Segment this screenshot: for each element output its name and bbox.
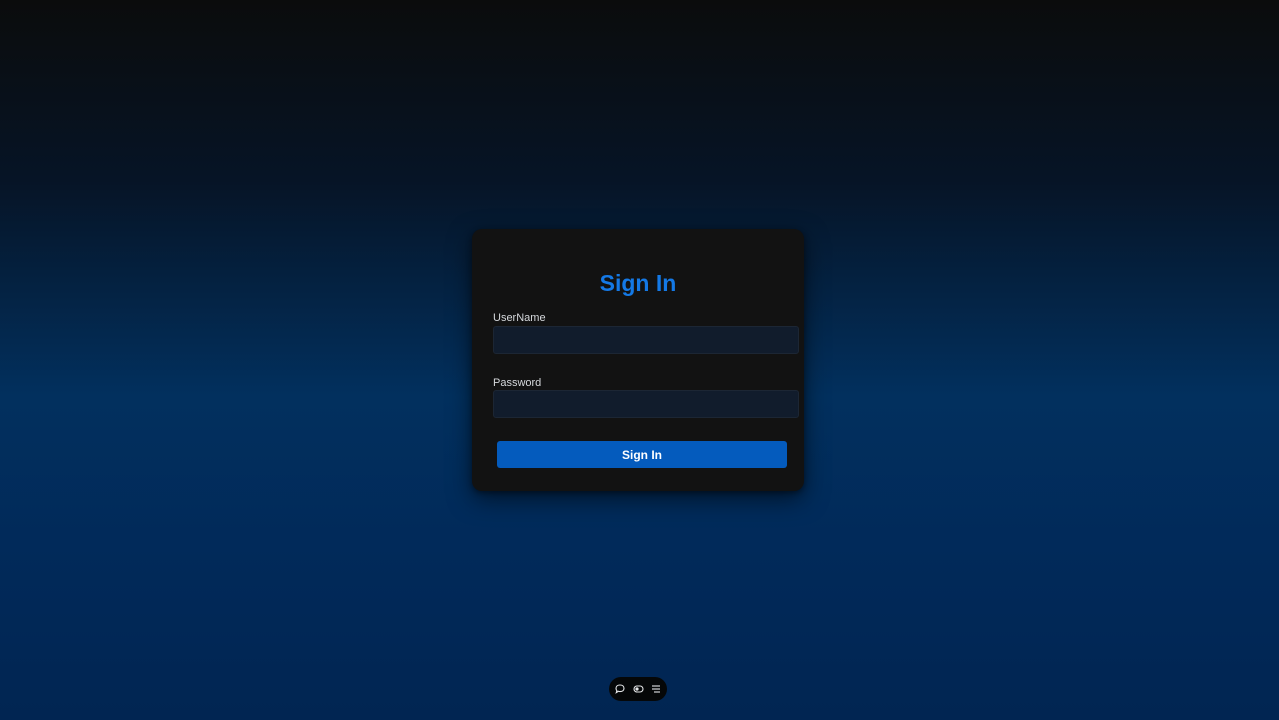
floating-toolbar (609, 677, 667, 701)
password-input[interactable] (493, 390, 799, 418)
menu-icon[interactable] (651, 684, 662, 695)
sign-in-title: Sign In (599, 270, 677, 296)
toggle-icon[interactable] (632, 684, 644, 695)
sign-in-card: Sign In UserName Password Sign In (472, 229, 804, 491)
sign-in-button[interactable]: Sign In (497, 441, 787, 468)
username-input[interactable] (493, 326, 799, 354)
username-label: UserName (493, 312, 546, 324)
chat-icon[interactable] (615, 684, 626, 695)
password-label: Password (493, 377, 542, 389)
